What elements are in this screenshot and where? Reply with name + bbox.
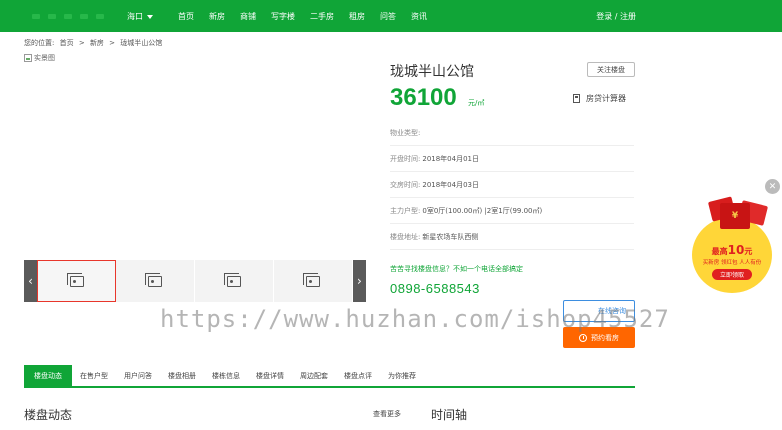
city-label: 海口	[127, 12, 143, 21]
thumbnail-strip: ‹ ›	[24, 260, 366, 302]
breadcrumb: 您的位置: 首页 > 新房 > 珑城半山公馆	[24, 38, 165, 48]
info-label: 楼盘地址:	[390, 232, 421, 241]
main-photo[interactable]: 实景图	[24, 53, 366, 258]
nav-item-resale[interactable]: 二手房	[310, 11, 334, 22]
tab-units-on-sale[interactable]: 在售户型	[72, 365, 116, 386]
calculator-icon	[573, 94, 580, 103]
calculator-label: 房贷计算器	[586, 94, 626, 103]
info-row-layouts: 主力户型: 0室0厅(100.00㎡) |2室1厅(99.00㎡)	[390, 198, 634, 224]
tab-dynamics[interactable]: 楼盘动态	[24, 365, 72, 386]
info-row-property-type: 物业类型:	[390, 120, 634, 146]
broken-image: 实景图	[24, 53, 366, 63]
breadcrumb-new-homes[interactable]: 新房	[90, 39, 104, 47]
main-nav: 首页 新房 商铺 写字楼 二手房 租房 问答 资讯	[178, 11, 442, 22]
nav-item-rental[interactable]: 租房	[349, 11, 365, 22]
breadcrumb-home[interactable]: 首页	[60, 39, 74, 47]
promo-amount: 最高10元	[712, 243, 753, 257]
info-label: 开盘时间:	[390, 154, 421, 163]
thumb-prev-button[interactable]: ‹	[24, 260, 38, 302]
tab-album[interactable]: 楼盘相册	[160, 365, 204, 386]
section-title: 楼盘动态	[24, 408, 73, 422]
info-value: 0室0厅(100.00㎡) |2室1厅(99.00㎡)	[422, 206, 543, 215]
breadcrumb-separator: >	[78, 39, 85, 47]
nav-item-shops[interactable]: 商铺	[240, 11, 256, 22]
info-label: 物业类型:	[390, 128, 421, 137]
thumbnail[interactable]	[37, 260, 117, 302]
site-logo[interactable]	[32, 10, 106, 22]
tab-building-info[interactable]: 楼栋信息	[204, 365, 248, 386]
info-label: 主力户型:	[390, 206, 421, 215]
city-selector[interactable]: 海口	[127, 11, 153, 22]
info-label: 交房时间:	[390, 180, 421, 189]
breadcrumb-prefix: 您的位置:	[24, 39, 55, 47]
chevron-left-icon: ‹	[28, 274, 33, 288]
promo-amount-prefix: 最高	[711, 247, 728, 256]
property-price: 36100	[390, 84, 457, 111]
red-packet-promo[interactable]: 最高10元 买新房 领红包 人人有份 立即领取 ¥	[686, 196, 780, 295]
book-visit-label: 预约看房	[591, 333, 619, 342]
section-tabs: 楼盘动态 在售户型 用户问答 楼盘相册 楼栋信息 楼盘详情 周边配套 楼盘点评 …	[24, 365, 635, 388]
info-value: 2018年04月01日	[422, 154, 479, 163]
promo-subtitle: 买新房 领红包 人人有份	[702, 260, 762, 266]
gallery-icon	[223, 272, 241, 287]
info-row-address: 楼盘地址: 新星农场车队西侧	[390, 224, 634, 250]
thumbnail[interactable]	[116, 260, 196, 302]
tab-details[interactable]: 楼盘详情	[248, 365, 292, 386]
nav-item-home[interactable]: 首页	[178, 11, 194, 22]
promo-amount-value: 10	[727, 243, 745, 257]
nav-item-offices[interactable]: 写字楼	[271, 11, 295, 22]
price-unit: 元/㎡	[468, 99, 485, 107]
red-envelope-icon: ¥	[720, 203, 750, 229]
thumb-next-button[interactable]: ›	[352, 260, 366, 302]
login-link[interactable]: 登录 / 注册	[596, 11, 636, 22]
contact-tip: 苦苦寻找楼盘信息？不如一个电话全部搞定	[390, 265, 523, 273]
chevron-down-icon	[147, 14, 153, 19]
property-title: 珑城半山公馆	[390, 64, 474, 80]
info-value: 新星农场车队西侧	[422, 232, 479, 241]
nav-item-qa[interactable]: 问答	[380, 11, 396, 22]
clock-icon	[579, 333, 587, 342]
watermark-text: https://www.huzhan.com/ishop45527	[160, 305, 670, 333]
follow-button[interactable]: 关注楼盘	[587, 62, 635, 77]
view-more-link[interactable]: 查看更多	[373, 409, 401, 419]
breadcrumb-separator: >	[109, 39, 116, 47]
tab-user-qa[interactable]: 用户问答	[116, 365, 160, 386]
tab-surroundings[interactable]: 周边配套	[292, 365, 336, 386]
nav-item-new-homes[interactable]: 新房	[209, 11, 225, 22]
tab-recommended[interactable]: 为你推荐	[380, 365, 424, 386]
phone-number[interactable]: 0898-6588543	[390, 281, 480, 296]
mortgage-calculator-link[interactable]: 房贷计算器	[573, 93, 626, 104]
gallery-icon	[66, 272, 84, 287]
promo-amount-unit: 元	[744, 247, 753, 256]
info-row-opening-date: 开盘时间: 2018年04月01日	[390, 146, 634, 172]
thumbnail[interactable]	[273, 260, 353, 302]
gallery-icon	[302, 272, 320, 287]
main-photo-alt: 实景图	[34, 54, 55, 62]
info-value: 2018年04月03日	[422, 180, 479, 189]
chevron-right-icon: ›	[356, 274, 362, 288]
timeline-title: 时间轴	[431, 408, 468, 422]
gallery-icon	[145, 272, 163, 287]
info-row-delivery-date: 交房时间: 2018年04月03日	[390, 172, 634, 198]
tab-reviews[interactable]: 楼盘点评	[336, 365, 380, 386]
close-icon[interactable]: ✕	[765, 179, 780, 194]
nav-item-news[interactable]: 资讯	[411, 11, 427, 22]
thumbnail[interactable]	[195, 260, 274, 302]
breadcrumb-current: 珑城半山公馆	[120, 39, 163, 47]
top-nav-bar: 海口 首页 新房 商铺 写字楼 二手房 租房 问答 资讯 登录 / 注册	[0, 0, 782, 32]
claim-button[interactable]: 立即领取	[712, 269, 752, 280]
broken-image-icon	[24, 54, 32, 62]
